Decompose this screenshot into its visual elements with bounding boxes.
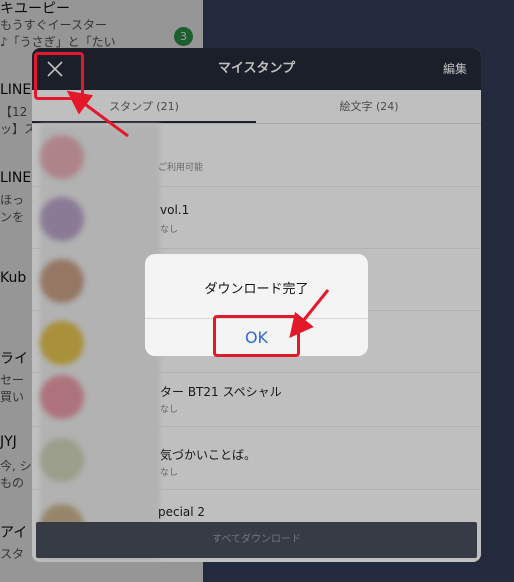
arrow-to-ok: [289, 289, 330, 339]
arrow-to-close: [66, 90, 129, 138]
annotation-arrows: [66, 90, 330, 339]
